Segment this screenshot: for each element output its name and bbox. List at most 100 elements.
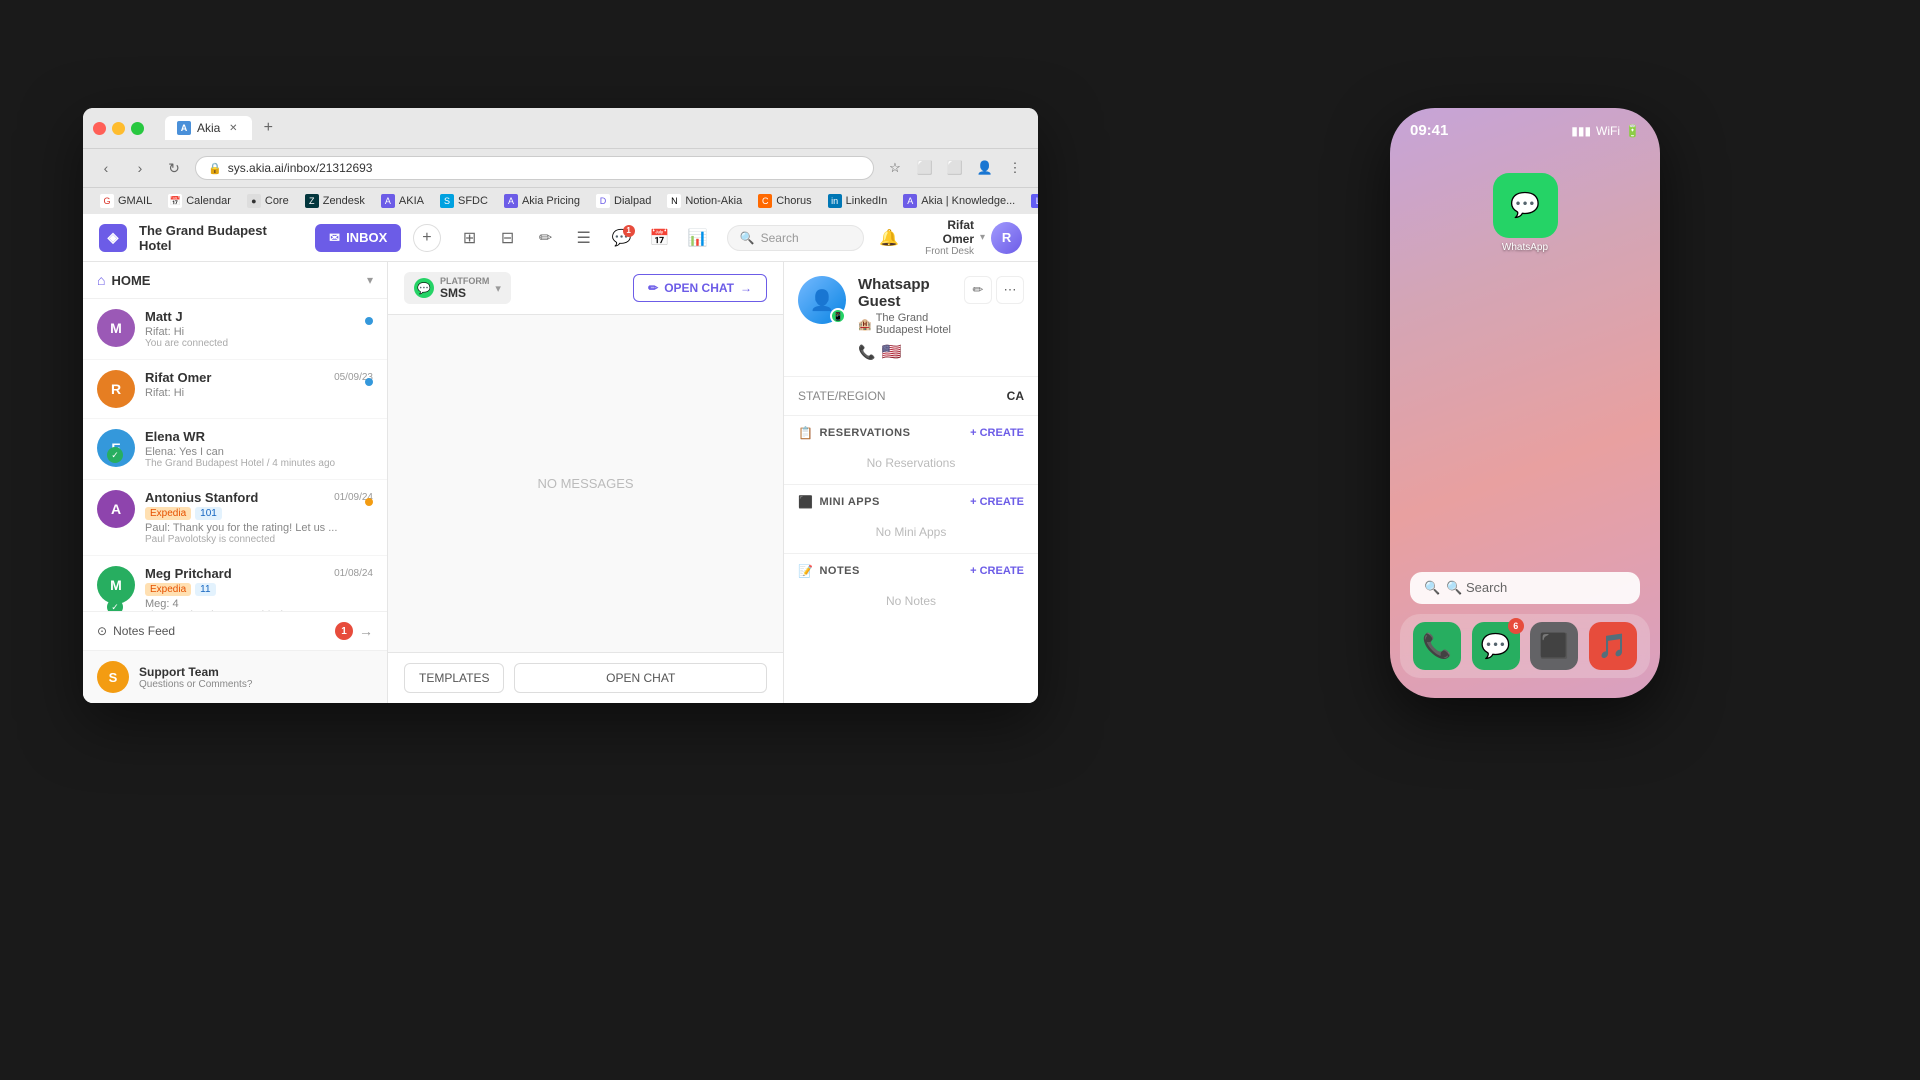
- support-info: Support Team Questions or Comments?: [139, 665, 373, 690]
- bookmark-akia[interactable]: A AKIA: [374, 192, 431, 210]
- dock-phone-app[interactable]: 📞: [1413, 622, 1461, 670]
- notes-label: NOTES: [819, 565, 859, 577]
- unread-dot-rifat: [365, 378, 373, 386]
- home-icon: ⌂: [97, 272, 105, 288]
- notification-bell-button[interactable]: 🔔: [874, 222, 905, 254]
- no-messages-label: NO MESSAGES: [537, 476, 633, 491]
- open-chat-full-button[interactable]: OPEN CHAT: [514, 663, 767, 693]
- menu-button[interactable]: ⋮: [1002, 155, 1028, 181]
- tab-close-button[interactable]: ✕: [226, 121, 240, 135]
- conv-info-elena: Elena WR Elena: Yes I can The Grand Buda…: [145, 429, 373, 469]
- conversation-item-elena[interactable]: E ✓ Elena WR Elena: Yes I can The Grand …: [83, 419, 387, 480]
- mini-apps-create-button[interactable]: + CREATE: [970, 496, 1024, 508]
- grid-icon-button[interactable]: ⊟: [491, 221, 525, 255]
- conv-preview-matt-j: Rifat: Hi: [145, 326, 373, 338]
- address-bar[interactable]: 🔒 sys.akia.ai/inbox/21312693: [195, 156, 874, 180]
- calendar-icon-button[interactable]: 📅: [643, 221, 677, 255]
- nav-icons: ☆ ⬜ ⬜ 👤 ⋮: [882, 155, 1028, 181]
- linkedin-icon: in: [828, 194, 842, 208]
- share-button[interactable]: ⬜: [912, 155, 938, 181]
- user-profile-button[interactable]: 👤: [972, 155, 998, 181]
- bookmark-gmail[interactable]: G GMAIL: [93, 192, 159, 210]
- phone-search-bar[interactable]: 🔍 🔍 Search: [1410, 572, 1640, 604]
- active-tab[interactable]: A Akia ✕: [165, 116, 252, 140]
- chart-icon-button[interactable]: 📊: [681, 221, 715, 255]
- bookmark-linkedin[interactable]: in LinkedIn: [821, 192, 895, 210]
- sidebar-header: ⌂ HOME ▾: [83, 262, 387, 299]
- sidebar-home[interactable]: ⌂ HOME: [97, 272, 150, 288]
- conversation-item-rifat[interactable]: R Rifat Omer 05/09/23 Rifat: Hi: [83, 360, 387, 419]
- browser-controls: A Akia ✕ +: [93, 116, 1028, 140]
- platform-name: SMS: [440, 286, 489, 300]
- search-bar[interactable]: 🔍 Search: [727, 225, 864, 251]
- support-avatar: S: [97, 661, 129, 693]
- tab-bar: A Akia ✕ +: [165, 116, 280, 140]
- navigation-bar: ‹ › ↻ 🔒 sys.akia.ai/inbox/21312693 ☆ ⬜ ⬜…: [83, 148, 1038, 187]
- guest-hotel: 🏨 The Grand Budapest Hotel: [858, 312, 952, 336]
- back-button[interactable]: ‹: [93, 155, 119, 181]
- edit-icon-button[interactable]: ✏: [529, 221, 563, 255]
- bookmark-chorus[interactable]: C Chorus: [751, 192, 818, 210]
- reservations-title: 📋 RESERVATIONS: [798, 426, 910, 440]
- conv-date-meg: 01/08/24: [334, 568, 373, 579]
- bookmark-knowledge-label: Akia | Knowledge...: [921, 195, 1015, 207]
- conv-top-rifat: Rifat Omer 05/09/23: [145, 370, 373, 385]
- list-icon-button[interactable]: ☰: [567, 221, 601, 255]
- check-icon-meg: ✓: [107, 599, 123, 611]
- notes-feed[interactable]: ⊙ Notes Feed 1 →: [83, 611, 387, 650]
- users-icon-button[interactable]: ⊞: [453, 221, 487, 255]
- templates-button[interactable]: TEMPLATES: [404, 663, 504, 693]
- conv-tags-meg: Expedia 11: [145, 583, 373, 596]
- chat-icon-button[interactable]: 💬 1: [605, 221, 639, 255]
- phone-search-text: 🔍 Search: [1446, 580, 1507, 596]
- support-team[interactable]: S Support Team Questions or Comments?: [83, 650, 387, 703]
- notes-create-button[interactable]: + CREATE: [970, 565, 1024, 577]
- bookmark-sfdc[interactable]: S SFDC: [433, 192, 495, 210]
- inbox-icon: ✉: [329, 230, 340, 246]
- guest-edit-button[interactable]: ✏: [964, 276, 992, 304]
- reservations-create-button[interactable]: + CREATE: [970, 427, 1024, 439]
- tag-number-antonius: 101: [195, 507, 222, 520]
- bookmark-calendar[interactable]: 📅 Calendar: [161, 192, 238, 210]
- guest-more-button[interactable]: ⋯: [996, 276, 1024, 304]
- bookmark-akia-pricing[interactable]: A Akia Pricing: [497, 192, 587, 210]
- chat-messages-area: NO MESSAGES: [388, 315, 783, 652]
- forward-button[interactable]: ›: [127, 155, 153, 181]
- state-region-section: STATE/REGION CA: [784, 377, 1038, 416]
- conversation-item-antonius[interactable]: A Antonius Stanford 01/09/24 Expedia 101…: [83, 480, 387, 556]
- new-tab-button[interactable]: +: [256, 116, 280, 140]
- refresh-button[interactable]: ↻: [161, 155, 187, 181]
- user-role: Front Desk: [915, 246, 974, 257]
- bookmark-core-label: Core: [265, 195, 289, 207]
- bookmark-dialpad[interactable]: D Dialpad: [589, 192, 658, 210]
- open-chat-button[interactable]: ✏ OPEN CHAT →: [633, 274, 767, 302]
- maximize-button[interactable]: [131, 122, 144, 135]
- bookmark-knowledge[interactable]: A Akia | Knowledge...: [896, 192, 1022, 210]
- bookmark-akia-label: AKIA: [399, 195, 424, 207]
- add-button[interactable]: +: [413, 224, 440, 252]
- dock-pages-app[interactable]: ⬛: [1530, 622, 1578, 670]
- dock-messages-app[interactable]: 💬 6: [1472, 622, 1520, 670]
- conversation-item-meg[interactable]: M ✓ Meg Pritchard 01/08/24 Expedia 11: [83, 556, 387, 611]
- bookmark-star-button[interactable]: ☆: [882, 155, 908, 181]
- open-chat-icon: ✏: [648, 281, 658, 295]
- conversation-item-matt-j[interactable]: M Matt J Rifat: Hi You are connected: [83, 299, 387, 360]
- phone-apps-area: 💬 WhatsApp: [1390, 143, 1660, 261]
- dock-music-app[interactable]: 🎵: [1589, 622, 1637, 670]
- bookmark-notion[interactable]: N Notion-Akia: [660, 192, 749, 210]
- bookmark-loom[interactable]: L Loom Onboard: [1024, 192, 1038, 210]
- sidebar-home-label: HOME: [111, 273, 150, 288]
- notes-title: 📝 NOTES: [798, 564, 860, 578]
- inbox-button[interactable]: ✉ INBOX: [315, 224, 401, 252]
- bookmark-zendesk[interactable]: Z Zendesk: [298, 192, 372, 210]
- platform-badge[interactable]: 💬 PLATFORM SMS ▾: [404, 272, 511, 304]
- bookmark-core[interactable]: ● Core: [240, 192, 296, 210]
- user-info[interactable]: Rifat Omer Front Desk ▾ R: [915, 218, 1022, 257]
- extensions-button[interactable]: ⬜: [942, 155, 968, 181]
- akia-icon: A: [381, 194, 395, 208]
- bookmark-chorus-label: Chorus: [776, 195, 811, 207]
- minimize-button[interactable]: [112, 122, 125, 135]
- whatsapp-app-icon[interactable]: 💬 WhatsApp: [1414, 173, 1636, 253]
- sidebar-chevron-icon[interactable]: ▾: [367, 273, 373, 287]
- close-button[interactable]: [93, 122, 106, 135]
